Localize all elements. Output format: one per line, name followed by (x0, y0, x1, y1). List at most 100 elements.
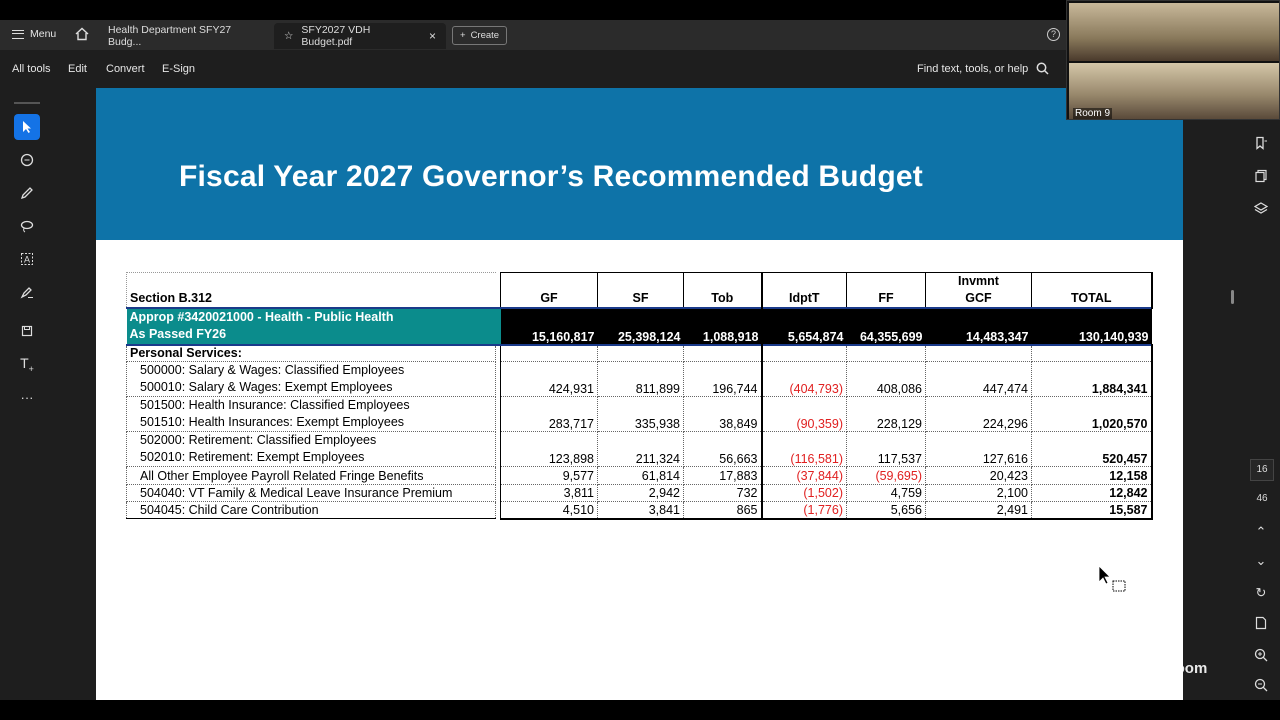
close-tab-icon[interactable]: × (429, 29, 436, 43)
export-pdf-icon[interactable] (1249, 611, 1273, 635)
row-label-line1: 500000: Salary & Wages: Classified Emplo… (140, 363, 405, 378)
cell-total: 1,884,341 (1031, 361, 1153, 398)
zoom-watermark: Powered by Zoom (1084, 660, 1207, 677)
budget-row: 502000: Retirement: Classified Employees… (126, 431, 1153, 468)
edit-button[interactable]: Edit (68, 63, 87, 75)
vertical-scrollbar[interactable] (1231, 290, 1234, 304)
cell-idptt: (1,776) (761, 501, 847, 520)
esign-button[interactable]: E-Sign (162, 63, 195, 75)
cell-ff: 117,537 (846, 431, 926, 468)
cell-invmnt: 20,423 (925, 466, 1032, 485)
cell-gf: 3,811 (500, 484, 598, 502)
cell-sf: 3,841 (597, 501, 684, 520)
cell-tob: 56,663 (683, 431, 763, 468)
header-row: Section B.312 GF SF Tob IdptT FF Invmnt … (126, 272, 1153, 308)
zoom-out-icon[interactable] (1249, 673, 1273, 697)
approp-row: Approp #3420021000 - Health - Public Hea… (126, 308, 1152, 345)
cell-tob: 196,744 (683, 361, 763, 398)
rotate-icon[interactable]: ↻ (1249, 581, 1273, 605)
col-sf: SF (597, 272, 684, 308)
cell-idptt: (90,359) (761, 396, 847, 433)
col-gf: GF (500, 272, 598, 308)
budget-row: 500000: Salary & Wages: Classified Emplo… (126, 361, 1153, 398)
cell-ff: 228,129 (846, 396, 926, 433)
select-cursor-icon[interactable] (14, 114, 40, 140)
personal-services-label: Personal Services: (126, 344, 496, 363)
find-search[interactable]: Find text, tools, or help (917, 62, 1049, 75)
pdf-page: Fiscal Year 2027 Governor’s Recommended … (96, 88, 1183, 700)
layers-icon[interactable] (1249, 196, 1273, 220)
menu-button[interactable]: Menu (12, 28, 56, 40)
total-pages: 46 (1256, 493, 1268, 504)
col-ff: FF (846, 272, 926, 308)
left-tool-rail: A T+ ··· (10, 98, 44, 418)
comment-icon[interactable] (14, 147, 40, 173)
cell-ff: (59,695) (846, 466, 926, 485)
right-panel-rail: ⌃ ⌄ ↻ (1243, 125, 1279, 705)
current-page-input[interactable]: 16 (1250, 459, 1274, 481)
more-tools-icon[interactable]: ··· (14, 384, 40, 410)
approp-total: 130,140,939 (1031, 308, 1152, 345)
cell-gf: 9,577 (500, 466, 598, 485)
row-label-line1: 501500: Health Insurance: Classified Emp… (140, 398, 410, 413)
convert-button[interactable]: Convert (106, 63, 145, 75)
plus-icon: + (460, 30, 466, 41)
page-title: Fiscal Year 2027 Governor’s Recommended … (179, 160, 923, 193)
approp-tob: 1,088,918 (683, 308, 762, 345)
row-label: All Other Employee Payroll Related Fring… (126, 466, 496, 485)
cell-tob: 38,849 (683, 396, 763, 433)
cell-total: 12,842 (1031, 484, 1153, 502)
cell-invmnt: 2,100 (925, 484, 1032, 502)
col-total: TOTAL (1031, 272, 1153, 308)
col-invmnt-gcf: Invmnt GCF (925, 272, 1032, 308)
hamburger-icon (12, 29, 24, 39)
row-label: 504040: VT Family & Medical Leave Insura… (126, 484, 496, 502)
home-icon[interactable] (74, 26, 90, 42)
help-icon[interactable]: ? (1047, 28, 1060, 41)
create-button[interactable]: + Create (452, 26, 508, 45)
copy-pages-icon[interactable] (1249, 164, 1273, 188)
stamp-icon[interactable] (14, 279, 40, 305)
row-label: 500000: Salary & Wages: Classified Emplo… (126, 361, 496, 398)
col-tob: Tob (683, 272, 763, 308)
approp-gf: 15,160,817 (500, 308, 598, 345)
budget-row: 504040: VT Family & Medical Leave Insura… (126, 484, 1153, 502)
page-down-icon[interactable]: ⌄ (1249, 549, 1273, 573)
approp-invmnt: 14,483,347 (925, 308, 1032, 345)
row-label-line2: 500010: Salary & Wages: Exempt Employees (140, 380, 393, 395)
create-label: Create (470, 30, 500, 41)
search-icon (1036, 62, 1049, 75)
cell-gf: 123,898 (500, 431, 598, 468)
cell-gf: 283,717 (500, 396, 598, 433)
cell-gf: 4,510 (500, 501, 598, 520)
row-label-line2: 502010: Retirement: Exempt Employees (140, 450, 365, 465)
bookmark-panel-icon[interactable] (1249, 131, 1273, 155)
cell-total: 520,457 (1031, 431, 1153, 468)
cell-idptt: (116,581) (761, 431, 847, 468)
cell-invmnt: 2,491 (925, 501, 1032, 520)
zoom-in-icon[interactable] (1249, 643, 1273, 667)
add-text-icon[interactable]: T+ (14, 351, 40, 377)
text-select-icon[interactable]: A (14, 246, 40, 272)
cell-total: 1,020,570 (1031, 396, 1153, 433)
video-feed-bottom: Room 9 (1069, 63, 1279, 119)
star-icon[interactable]: ☆ (284, 30, 293, 42)
approp-label-line1: Approp #3420021000 - Health - Public Hea… (129, 310, 394, 324)
row-label-line2: 501510: Health Insurances: Exempt Employ… (140, 415, 405, 430)
cell-idptt: (1,502) (761, 484, 847, 502)
pen-icon[interactable] (14, 180, 40, 206)
save-icon[interactable] (14, 318, 40, 344)
zoom-brand: Zoom (1166, 660, 1208, 677)
page-up-icon[interactable]: ⌃ (1249, 520, 1273, 544)
bottom-letterbox (0, 700, 1280, 720)
cell-idptt: (404,793) (761, 361, 847, 398)
zoom-video-thumbnail[interactable]: Room 9 (1066, 0, 1280, 120)
tab-health-department[interactable]: Health Department SFY27 Budg... (98, 23, 270, 49)
all-tools-button[interactable]: All tools (12, 63, 51, 75)
lasso-icon[interactable] (14, 213, 40, 239)
cell-sf: 335,938 (597, 396, 684, 433)
menu-label: Menu (30, 28, 57, 40)
cell-sf: 61,814 (597, 466, 684, 485)
tab-vdh-budget-pdf[interactable]: ☆ SFY2027 VDH Budget.pdf × (274, 23, 446, 49)
row-label: 504045: Child Care Contribution (126, 501, 496, 520)
